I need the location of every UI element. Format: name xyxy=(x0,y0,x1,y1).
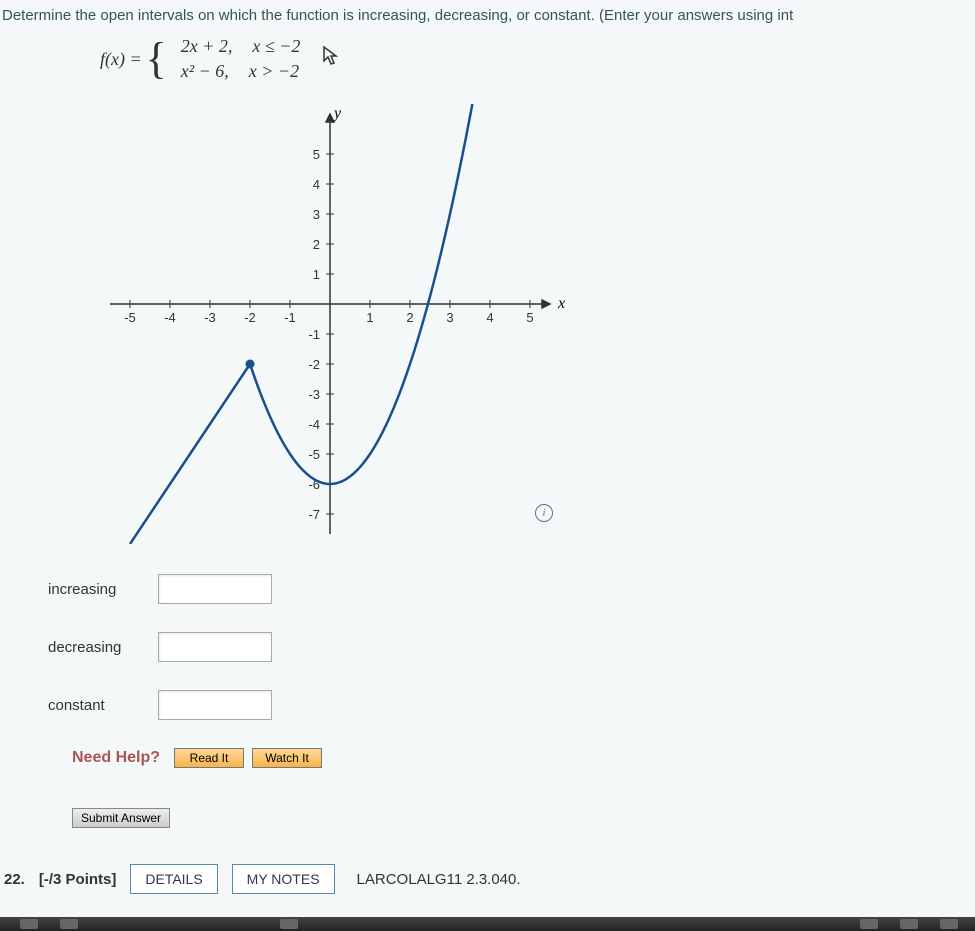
assignment-ref: LARCOLALG11 2.3.040. xyxy=(357,871,521,888)
svg-text:-7: -7 xyxy=(308,507,320,522)
details-button[interactable]: DETAILS xyxy=(130,864,217,894)
taskbar-icon[interactable] xyxy=(860,919,878,929)
constant-input[interactable] xyxy=(158,690,272,720)
watch-it-button[interactable]: Watch It xyxy=(252,748,322,768)
read-it-button[interactable]: Read It xyxy=(174,748,244,768)
submit-answer-button[interactable]: Submit Answer xyxy=(72,808,170,828)
increasing-input[interactable] xyxy=(158,574,272,604)
svg-text:5: 5 xyxy=(526,310,533,325)
answer-section: increasing decreasing constant xyxy=(48,574,975,720)
svg-text:2: 2 xyxy=(406,310,413,325)
svg-text:-2: -2 xyxy=(244,310,256,325)
function-graph: x y -5-4-3-2-112345-7-6-5-4-3-2-112345 xyxy=(90,104,570,544)
x-axis-label: x xyxy=(557,295,565,312)
help-row: Need Help? Read It Watch It xyxy=(72,748,975,768)
decreasing-label: decreasing xyxy=(48,639,158,656)
piece2-cond: x > −2 xyxy=(239,59,309,84)
svg-text:-4: -4 xyxy=(164,310,176,325)
svg-text:-4: -4 xyxy=(308,417,320,432)
increasing-label: increasing xyxy=(48,581,158,598)
taskbar-icon[interactable] xyxy=(940,919,958,929)
svg-text:2: 2 xyxy=(313,237,320,252)
svg-text:-5: -5 xyxy=(124,310,136,325)
y-axis-label: y xyxy=(332,105,342,122)
svg-text:1: 1 xyxy=(366,310,373,325)
piece2-expr: x² − 6, xyxy=(171,59,239,84)
svg-text:-1: -1 xyxy=(308,327,320,342)
svg-text:1: 1 xyxy=(313,267,320,282)
svg-text:3: 3 xyxy=(313,207,320,222)
brace-icon: { xyxy=(146,41,167,76)
my-notes-button[interactable]: MY NOTES xyxy=(232,864,335,894)
graph-container: x y -5-4-3-2-112345-7-6-5-4-3-2-112345 i xyxy=(90,104,975,544)
fn-lhs: f(x) = xyxy=(100,49,142,70)
taskbar-icon[interactable] xyxy=(60,919,78,929)
info-icon[interactable]: i xyxy=(535,504,553,522)
taskbar-icon[interactable] xyxy=(280,919,298,929)
svg-text:-3: -3 xyxy=(308,387,320,402)
cursor-icon xyxy=(322,45,340,73)
question-text: Determine the open intervals on which th… xyxy=(0,1,975,24)
points-label: [-/3 Points] xyxy=(39,871,117,888)
piece1-cond: x ≤ −2 xyxy=(242,34,310,59)
svg-text:-1: -1 xyxy=(284,310,296,325)
svg-text:-3: -3 xyxy=(204,310,216,325)
taskbar-icon[interactable] xyxy=(20,919,38,929)
piece1-expr: 2x + 2, xyxy=(171,34,243,59)
taskbar xyxy=(0,917,975,931)
svg-text:-2: -2 xyxy=(308,357,320,372)
svg-text:5: 5 xyxy=(313,147,320,162)
question-number: 22. xyxy=(4,871,25,888)
need-help-label: Need Help? xyxy=(72,749,160,767)
function-definition: f(x) = { 2x + 2, x ≤ −2 x² − 6, x > −2 xyxy=(100,34,975,84)
taskbar-icon[interactable] xyxy=(900,919,918,929)
next-question-header: 22. [-/3 Points] DETAILS MY NOTES LARCOL… xyxy=(4,864,975,894)
svg-text:3: 3 xyxy=(446,310,453,325)
svg-text:4: 4 xyxy=(313,177,320,192)
svg-text:4: 4 xyxy=(486,310,493,325)
constant-label: constant xyxy=(48,697,158,714)
svg-text:-5: -5 xyxy=(308,447,320,462)
decreasing-input[interactable] xyxy=(158,632,272,662)
